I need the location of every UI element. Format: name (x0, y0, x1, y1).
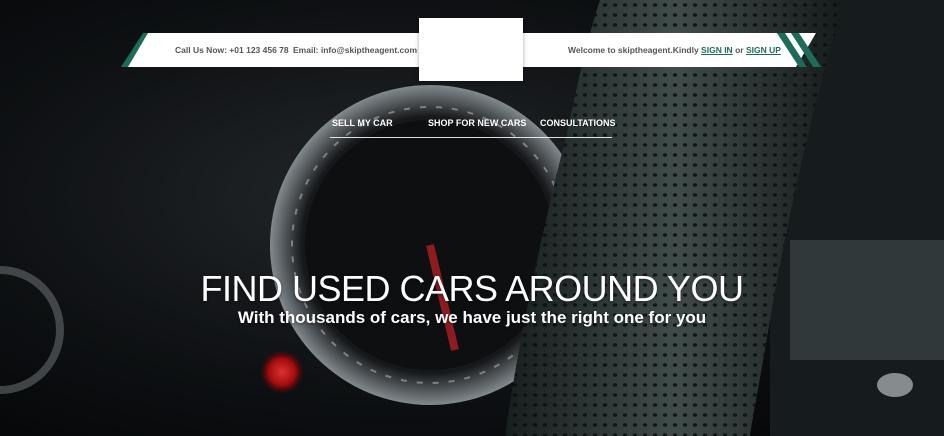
or-text: or (732, 45, 746, 55)
email-contact[interactable]: Email: info@skiptheagent.com (293, 45, 417, 55)
welcome-message: Welcome to skiptheagent.Kindly SIGN IN o… (568, 45, 781, 55)
hero-title: FIND USED CARS AROUND YOU (200, 268, 744, 309)
nav-item-sell-my-car[interactable]: SELL MY CAR (332, 118, 393, 128)
main-nav: SELL MY CAR SHOP FOR NEW CARS CONSULTATI… (330, 117, 616, 138)
hero-section: Call Us Now: +01 123 456 78 Email: info@… (0, 0, 944, 436)
phone-contact: Call Us Now: +01 123 456 78 (175, 45, 289, 55)
hero-subtitle: With thousands of cars, we have just the… (237, 308, 707, 327)
sign-in-link[interactable]: SIGN IN (701, 45, 733, 55)
nav-item-consultations[interactable]: CONSULTATIONS (540, 118, 616, 128)
sign-up-link[interactable]: SIGN UP (746, 45, 781, 55)
welcome-text: Welcome to skiptheagent.Kindly (568, 45, 702, 55)
logo-placeholder[interactable] (419, 18, 523, 81)
nav-item-shop-new-cars[interactable]: SHOP FOR NEW CARS (428, 118, 526, 128)
